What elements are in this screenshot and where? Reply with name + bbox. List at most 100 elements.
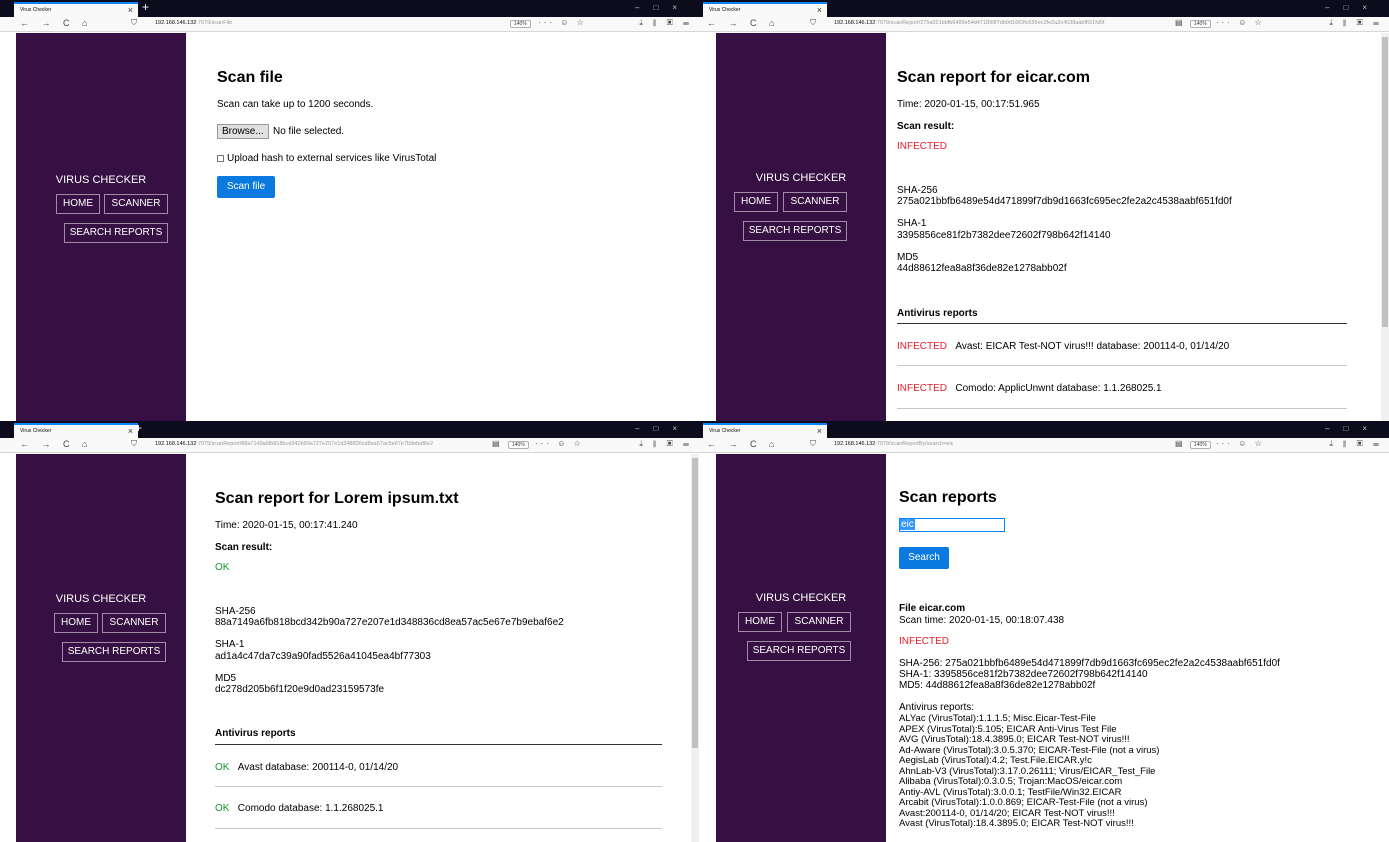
- nav-bar: ← → C ⌂ ⛉ 192.168.146.132:7979/scanRepor…: [699, 17, 1389, 32]
- md5-value: dc278d205b6f1f20e9d0ad23159573fe: [215, 684, 385, 695]
- reader-view-icon[interactable]: ▤: [492, 439, 503, 448]
- result-scan-time: Scan time: 2020-01-15, 00:18:07.438: [899, 615, 1065, 626]
- zoom-level[interactable]: 140%: [1190, 441, 1211, 449]
- page-actions-icons[interactable]: ··· ☺ ☆: [1216, 439, 1265, 448]
- main-content: Scan report for Lorem ipsum.txt Time: 20…: [186, 454, 699, 842]
- tab-strip: Virus Checker × + –□×: [0, 421, 699, 438]
- url-bar[interactable]: 192.168.146.132:7979/scanFile: [155, 20, 232, 26]
- tab-title: Virus Checker: [20, 7, 52, 13]
- sidebar: VIRUS CHECKER HOME SCANNER SEARCH REPORT…: [716, 454, 886, 842]
- toolbar-icons[interactable]: ⤓ ⫴ ▣ ☰: [1329, 439, 1383, 449]
- list-item: Arcabit (VirusTotal):1.0.0.869; EICAR-Te…: [899, 797, 1148, 808]
- list-item: ALYac (VirusTotal):1.1.1.5; Misc.Eicar-T…: [899, 713, 1096, 724]
- sidebar: VIRUS CHECKER HOME SCANNER SEARCH REPORT…: [16, 454, 186, 842]
- shield-icon[interactable]: ⛉: [131, 18, 137, 28]
- window-controls[interactable]: –□×: [635, 424, 691, 433]
- divider: [897, 365, 1347, 366]
- browser-tab[interactable]: Virus Checker ×: [703, 2, 827, 17]
- toolbar-icons[interactable]: ⤓ ⫴ ▣ ☰: [1329, 18, 1383, 28]
- shield-icon[interactable]: ⛉: [810, 439, 816, 449]
- upload-hash-option[interactable]: Upload hash to external services like Vi…: [217, 153, 436, 164]
- url-bar[interactable]: 192.168.146.132:7979/scanReport/88a7149a…: [155, 441, 433, 447]
- new-tab-icon[interactable]: +: [135, 422, 142, 434]
- home-button[interactable]: HOME: [56, 194, 100, 214]
- search-reports-button[interactable]: SEARCH REPORTS: [64, 223, 168, 243]
- browser-tab[interactable]: Virus Checker ×: [14, 2, 138, 17]
- sha1-value: 3395856ce81f2b7382dee72602f798b642f14140: [897, 230, 1111, 241]
- search-input[interactable]: eic: [899, 518, 1005, 532]
- sha1-value: ad1a4c47da7c39a90fad5526a41045ea4bf77303: [215, 651, 431, 662]
- av-report-row: INFECTED Comodo: ApplicUnwnt database: 1…: [897, 383, 1162, 394]
- scan-time: Time: 2020-01-15, 00:17:41.240: [215, 520, 358, 531]
- close-tab-icon[interactable]: ×: [128, 426, 133, 436]
- scroll-thumb[interactable]: [1382, 37, 1388, 327]
- tab-strip: Virus Checker × + –□×: [0, 0, 699, 17]
- navigation-icons[interactable]: ← → C ⌂: [20, 18, 92, 28]
- browser-window-report-eicar: Virus Checker × + –□× ← → C ⌂ ⛉ 192.168.1…: [699, 0, 1389, 421]
- main-content: Scan file Scan can take up to 1200 secon…: [186, 33, 699, 421]
- browser-tab[interactable]: Virus Checker ×: [14, 423, 138, 438]
- scanner-button[interactable]: SCANNER: [102, 613, 166, 633]
- window-controls[interactable]: –□×: [1325, 3, 1381, 12]
- upload-hash-checkbox[interactable]: [217, 155, 224, 162]
- scan-result-label: Scan result:: [215, 542, 273, 553]
- page-actions-icons[interactable]: ··· ☺ ☆: [1216, 18, 1265, 27]
- result-md5: MD5: 44d88612fea8a8f36de82e1278abb02f: [899, 680, 1096, 691]
- scan-result-status: OK: [215, 562, 230, 573]
- url-bar[interactable]: 192.168.146.132:7979/scanReport/275a021b…: [834, 20, 1104, 26]
- zoom-level[interactable]: 140%: [508, 441, 529, 449]
- toolbar-icons[interactable]: ⤓ ⫴ ▣ ☰: [639, 439, 693, 449]
- window-controls[interactable]: –□×: [1325, 424, 1381, 433]
- scrollbar[interactable]: [691, 454, 699, 842]
- new-tab-icon[interactable]: +: [142, 1, 149, 13]
- scroll-thumb[interactable]: [692, 458, 698, 748]
- reader-view-icon[interactable]: ▤: [1175, 18, 1186, 27]
- divider: [215, 786, 662, 787]
- av-report-row: INFECTED Avast: EICAR Test-NOT virus!!! …: [897, 341, 1230, 352]
- scan-note: Scan can take up to 1200 seconds.: [217, 99, 374, 110]
- divider: [897, 323, 1347, 324]
- page-title: Scan reports: [899, 489, 997, 506]
- new-tab-icon[interactable]: +: [819, 1, 826, 13]
- page-actions-icons[interactable]: ··· ☺ ☆: [535, 439, 584, 448]
- scan-time: Time: 2020-01-15, 00:17:51.965: [897, 99, 1040, 110]
- url-bar[interactable]: 192.168.146.132:7979/scanReportBy/search…: [834, 441, 953, 447]
- result-file-name[interactable]: File eicar.com: [899, 603, 965, 614]
- browse-button[interactable]: Browse...: [217, 124, 269, 139]
- toolbar-icons[interactable]: ⤓ ⫴ ▣ ☰: [639, 18, 693, 28]
- home-button[interactable]: HOME: [738, 612, 782, 632]
- new-tab-icon[interactable]: +: [819, 422, 826, 434]
- search-button[interactable]: Search: [899, 547, 949, 569]
- reader-view-icon[interactable]: ▤: [1175, 439, 1186, 448]
- window-controls[interactable]: –□×: [635, 3, 691, 12]
- shield-icon[interactable]: ⛉: [131, 439, 137, 449]
- scan-file-button[interactable]: Scan file: [217, 176, 275, 198]
- close-tab-icon[interactable]: ×: [128, 5, 133, 15]
- brand-title: VIRUS CHECKER: [55, 593, 147, 605]
- page-actions-icons[interactable]: ··· ☺ ☆: [538, 18, 587, 27]
- browser-tab[interactable]: Virus Checker ×: [703, 423, 827, 438]
- no-file-label: No file selected.: [273, 126, 345, 137]
- page-title: Scan report for eicar.com: [897, 69, 1090, 86]
- shield-icon[interactable]: ⛉: [810, 18, 816, 28]
- scrollbar[interactable]: [1381, 33, 1389, 421]
- home-button[interactable]: HOME: [54, 613, 98, 633]
- zoom-level[interactable]: 140%: [510, 20, 531, 28]
- scanner-button[interactable]: SCANNER: [783, 192, 847, 212]
- navigation-icons[interactable]: ← → C ⌂: [707, 18, 779, 28]
- search-reports-button[interactable]: SEARCH REPORTS: [62, 642, 166, 662]
- zoom-level[interactable]: 140%: [1190, 20, 1211, 28]
- search-reports-button[interactable]: SEARCH REPORTS: [743, 221, 847, 241]
- scan-result-label: Scan result:: [897, 121, 955, 132]
- tab-title: Virus Checker: [20, 428, 52, 434]
- home-button[interactable]: HOME: [734, 192, 778, 212]
- divider: [215, 828, 662, 829]
- scanner-button[interactable]: SCANNER: [787, 612, 851, 632]
- tab-strip: Virus Checker × + –□×: [699, 0, 1389, 17]
- navigation-icons[interactable]: ← → C ⌂: [707, 439, 779, 449]
- list-item: AegisLab (VirusTotal):4.2; Test.File.EIC…: [899, 755, 1092, 766]
- scanner-button[interactable]: SCANNER: [104, 194, 168, 214]
- navigation-icons[interactable]: ← → C ⌂: [20, 439, 92, 449]
- page-title: Scan file: [217, 69, 283, 86]
- search-reports-button[interactable]: SEARCH REPORTS: [747, 641, 851, 661]
